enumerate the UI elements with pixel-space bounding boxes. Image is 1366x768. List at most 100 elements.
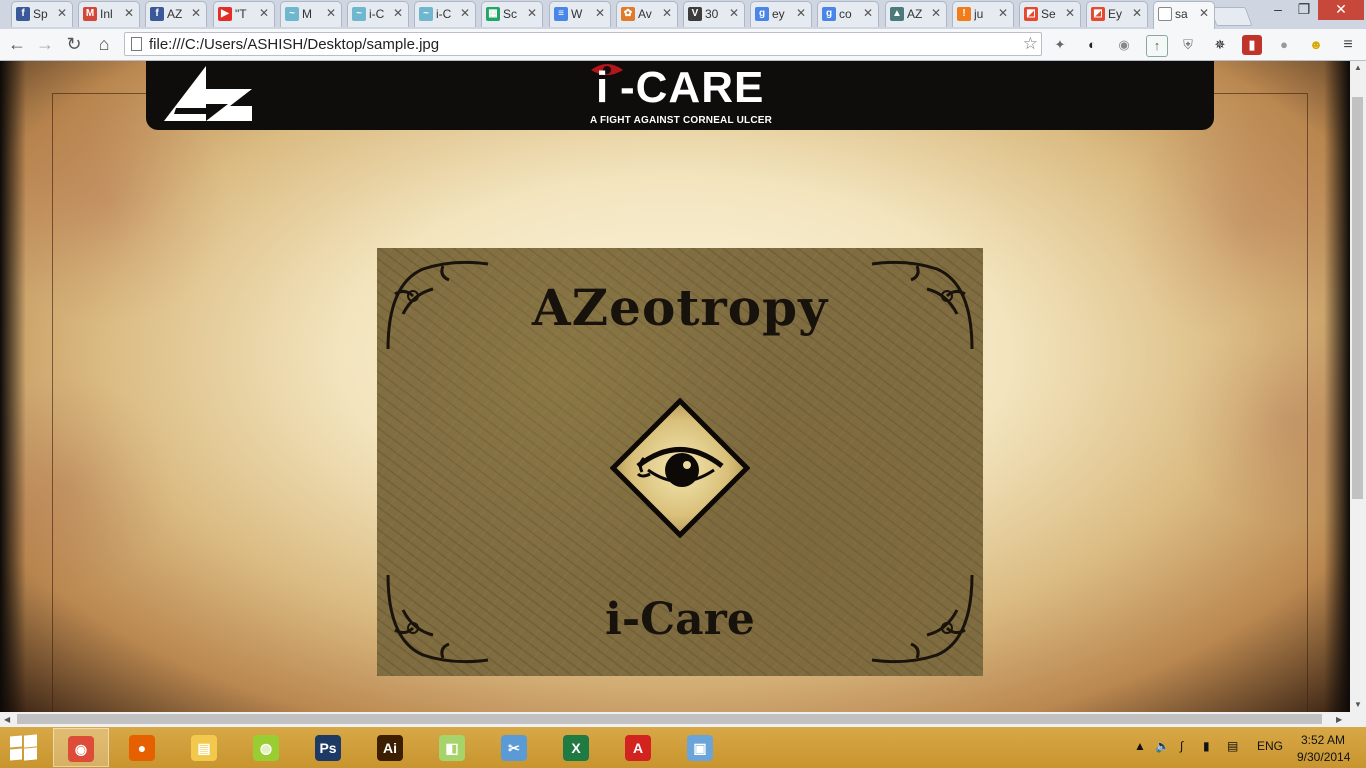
tab-close-icon[interactable]: ✕: [931, 6, 941, 20]
network-icon[interactable]: ▤: [1227, 739, 1238, 753]
clock-date[interactable]: 9/30/2014: [1297, 750, 1350, 764]
browser-tab[interactable]: ▲ AZ ✕: [885, 1, 947, 27]
browser-tab[interactable]: ~ i-C ✕: [347, 1, 409, 27]
tab-close-icon[interactable]: ✕: [191, 6, 201, 20]
browser-tab[interactable]: V 30 ✕: [683, 1, 745, 27]
browser-tab[interactable]: M Inl ✕: [78, 1, 140, 27]
address-bar[interactable]: file:///C:/Users/ASHISH/Desktop/sample.j…: [124, 32, 1042, 56]
browser-tab[interactable]: ! ju ✕: [952, 1, 1014, 27]
scroll-up-arrow-icon[interactable]: ▲: [1354, 63, 1362, 72]
excel-icon: X: [563, 735, 589, 761]
taskbar-media-app-button[interactable]: ◍: [239, 728, 295, 767]
browser-tab[interactable]: ◩ Se ✕: [1019, 1, 1081, 27]
tab-close-icon[interactable]: ✕: [527, 6, 537, 20]
reload-icon[interactable]: ↻: [63, 33, 85, 55]
docs-icon: ≡: [554, 7, 568, 21]
browser-tab[interactable]: ◩ Ey ✕: [1086, 1, 1148, 27]
browser-tab[interactable]: f AZ ✕: [145, 1, 207, 27]
taskbar-photoshop-button[interactable]: Ps: [301, 728, 357, 767]
url-text[interactable]: file:///C:/Users/ASHISH/Desktop/sample.j…: [149, 36, 439, 53]
puzzle-extension-icon[interactable]: ✦: [1050, 35, 1070, 55]
browser-tab[interactable]: ~ i-C ✕: [414, 1, 476, 27]
scroll-left-arrow-icon[interactable]: ◀: [4, 715, 10, 724]
poster-subtitle: i-Care: [605, 594, 755, 645]
burnt-edge-left: [0, 61, 26, 712]
tab-close-icon[interactable]: ✕: [326, 6, 336, 20]
browser-tab[interactable]: ▦ Sc ✕: [481, 1, 543, 27]
az-icon: ▲: [890, 7, 904, 21]
disabled-extension-icon[interactable]: ◉: [1114, 35, 1134, 55]
taskbar-snipping-tool-button[interactable]: ✂: [487, 728, 543, 767]
browser-tab[interactable]: ~ M ✕: [280, 1, 342, 27]
language-indicator[interactable]: ENG: [1257, 739, 1283, 753]
photoshop-icon: Ps: [315, 735, 341, 761]
tab-close-icon[interactable]: ✕: [259, 6, 269, 20]
tab-title: Se: [1041, 7, 1056, 21]
browser-tab[interactable]: sa ✕: [1153, 1, 1215, 29]
tab-close-icon[interactable]: ✕: [1199, 6, 1209, 20]
sticky-notes-icon: ◧: [439, 735, 465, 761]
tab-close-icon[interactable]: ✕: [796, 6, 806, 20]
google-icon: g: [755, 7, 769, 21]
battery-icon[interactable]: ▮: [1203, 739, 1210, 753]
browser-tab[interactable]: ≡ W ✕: [549, 1, 611, 27]
tab-close-icon[interactable]: ✕: [57, 6, 67, 20]
hangouts-extension-icon[interactable]: ●: [1274, 35, 1294, 55]
bookmark-star-icon[interactable]: ☆: [1023, 34, 1038, 54]
scroll-right-arrow-icon[interactable]: ▶: [1336, 715, 1342, 724]
book-extension-icon[interactable]: ▮: [1242, 35, 1262, 55]
new-tab-button[interactable]: [1209, 7, 1253, 26]
maximize-button[interactable]: ❐: [1291, 0, 1317, 20]
tab-title: Sc: [503, 7, 518, 21]
browser-tab[interactable]: g co ✕: [817, 1, 879, 27]
tab-close-icon[interactable]: ✕: [124, 6, 134, 20]
forward-icon[interactable]: →: [34, 33, 56, 55]
horizontal-scroll-thumb[interactable]: [17, 714, 1322, 724]
tab-close-icon[interactable]: ✕: [595, 6, 605, 20]
tab-close-icon[interactable]: ✕: [1132, 6, 1142, 20]
browser-tab[interactable]: f Sp ✕: [11, 1, 73, 27]
menu-icon[interactable]: ≡: [1338, 35, 1358, 55]
tab-title: ey: [772, 7, 785, 21]
tab-close-icon[interactable]: ✕: [863, 6, 873, 20]
taskbar-excel-button[interactable]: X: [549, 728, 605, 767]
photo-viewer-icon: ▣: [687, 735, 713, 761]
vertical-scroll-thumb[interactable]: [1352, 97, 1363, 499]
tab-close-icon[interactable]: ✕: [998, 6, 1008, 20]
taskbar-illustrator-button[interactable]: Ai: [363, 728, 419, 767]
banner-tagline: A FIGHT AGAINST CORNEAL ULCER: [589, 115, 773, 126]
minimize-button[interactable]: –: [1265, 0, 1291, 20]
tab-close-icon[interactable]: ✕: [662, 6, 672, 20]
taskbar-acrobat-button[interactable]: A: [611, 728, 667, 767]
taskbar-sticky-notes-button[interactable]: ◧: [425, 728, 481, 767]
bookmarklet-extension-icon[interactable]: ✵: [1210, 35, 1230, 55]
browser-tab[interactable]: g ey ✕: [750, 1, 812, 27]
avatar-extension-icon[interactable]: ☻: [1306, 35, 1326, 55]
bluetooth-icon[interactable]: ∫: [1180, 739, 1183, 753]
scroll-down-arrow-icon[interactable]: ▼: [1354, 700, 1362, 709]
taskbar-file-explorer-button[interactable]: ▤: [177, 728, 233, 767]
browser-tab[interactable]: ▶ "T ✕: [213, 1, 275, 27]
browser-tab[interactable]: ✿ Av ✕: [616, 1, 678, 27]
tab-close-icon[interactable]: ✕: [393, 6, 403, 20]
shield-extension-icon[interactable]: ⛨: [1178, 35, 1198, 55]
contrast-extension-icon[interactable]: ◐: [1082, 35, 1102, 55]
taskbar-photo-viewer-button[interactable]: ▣: [673, 728, 729, 767]
taskbar-firefox-button[interactable]: ●: [115, 728, 171, 767]
back-icon[interactable]: ←: [6, 33, 28, 55]
clock-time[interactable]: 3:52 AM: [1301, 733, 1345, 747]
burnt-edge-right: [1324, 61, 1350, 712]
home-icon[interactable]: ⌂: [93, 33, 115, 55]
volume-icon[interactable]: 🔈: [1155, 739, 1170, 753]
tab-close-icon[interactable]: ✕: [729, 6, 739, 20]
taskbar-chrome-button[interactable]: ◉: [53, 728, 109, 767]
close-window-button[interactable]: ✕: [1318, 0, 1364, 20]
google-icon: g: [822, 7, 836, 21]
header-banner: i -CARE A FIGHT AGAINST CORNEAL ULCER: [146, 61, 1214, 130]
tray-overflow-icon[interactable]: ▲: [1134, 739, 1146, 753]
windows-start-icon[interactable]: [10, 734, 38, 761]
eye-diamond-icon: [610, 398, 750, 538]
tab-close-icon[interactable]: ✕: [1065, 6, 1075, 20]
tab-close-icon[interactable]: ✕: [460, 6, 470, 20]
note-extension-icon[interactable]: ↑: [1146, 35, 1168, 57]
